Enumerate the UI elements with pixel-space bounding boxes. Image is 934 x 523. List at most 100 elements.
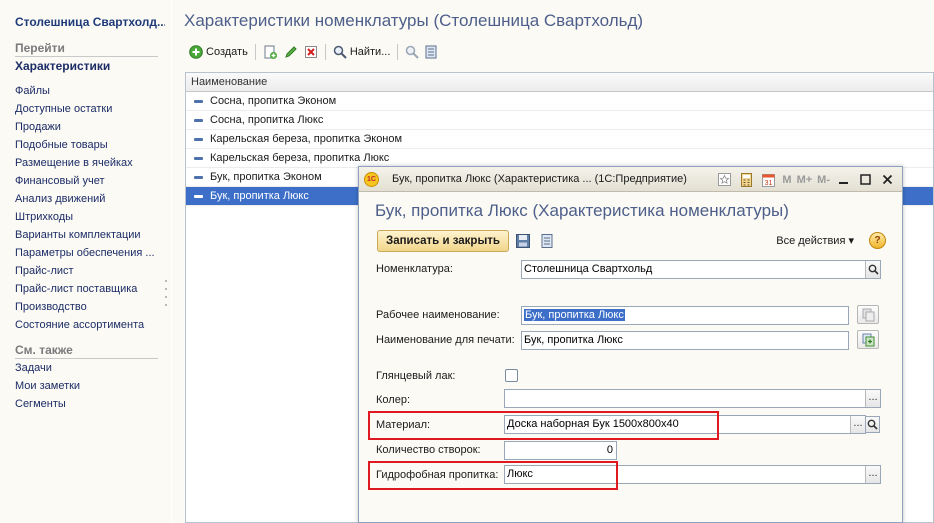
nav-item-production[interactable]: Производство	[15, 298, 155, 316]
minimize-button[interactable]	[835, 171, 852, 188]
material-label: Материал:	[376, 419, 431, 431]
save-icon[interactable]	[515, 233, 531, 249]
nav-item-segments[interactable]: Сегменты	[15, 395, 80, 413]
item-marker-icon	[194, 100, 203, 103]
dialog-caption: Бук, пропитка Люкс (Характеристика ... (…	[392, 173, 687, 185]
item-marker-icon	[194, 176, 203, 179]
color-choose-button[interactable]: ...	[865, 390, 880, 407]
table-row[interactable]: Сосна, пропитка Люкс	[186, 111, 933, 130]
cancel-search-icon	[406, 45, 420, 59]
see-also-list: Задачи Мои заметки Сегменты	[15, 359, 80, 413]
print-name-fill-button[interactable]	[857, 330, 879, 349]
door-count-field[interactable]: 0	[504, 441, 617, 460]
gloss-checkbox[interactable]	[505, 369, 518, 382]
nav-item-files[interactable]: Файлы	[15, 82, 155, 100]
nav-item-my-notes[interactable]: Мои заметки	[15, 377, 80, 395]
row-label: Бук, пропитка Люкс	[210, 190, 309, 202]
create-button[interactable]: Создать	[186, 42, 251, 62]
close-button[interactable]	[879, 171, 896, 188]
calendar-button[interactable]: 31	[760, 171, 777, 188]
nav-item-assortment-state[interactable]: Состояние ассортимента	[15, 316, 155, 334]
table-row[interactable]: Карельская береза, пропитка Эконом	[186, 130, 933, 149]
door-count-value: 0	[606, 444, 613, 456]
add-icon	[189, 45, 203, 59]
work-name-value: Бук, пропитка Люкс	[524, 309, 625, 321]
help-button[interactable]: ?	[869, 232, 886, 249]
favorite-button[interactable]	[716, 171, 733, 188]
item-marker-icon	[194, 138, 203, 141]
save-and-close-button[interactable]: Записать и закрыть	[377, 230, 509, 252]
maximize-button[interactable]	[857, 171, 874, 188]
toolbar-separator	[397, 44, 399, 60]
memory-minus-button[interactable]: M-	[817, 171, 830, 188]
work-name-translate-button[interactable]	[857, 305, 879, 324]
object-title: Столешница Свартхолд...	[15, 15, 165, 29]
row-label: Карельская береза, пропитка Эконом	[210, 133, 403, 145]
nomenclature-label: Номенклатура:	[376, 263, 453, 275]
impregnation-value: Люкс	[507, 468, 533, 480]
impregnation-choose-button[interactable]: ...	[865, 466, 880, 483]
magnifier-icon	[867, 419, 878, 430]
toolbar-separator	[324, 44, 326, 60]
nav-item-financial-accounting[interactable]: Финансовый учет	[15, 172, 155, 190]
nav-item-sales[interactable]: Продажи	[15, 118, 155, 136]
pencil-icon	[285, 46, 297, 58]
edit-button[interactable]	[281, 42, 301, 62]
nomenclature-search-button[interactable]	[865, 261, 880, 278]
search-icon	[333, 45, 347, 59]
impregnation-field[interactable]: Люкс ...	[504, 465, 881, 484]
work-name-field[interactable]: Бук, пропитка Люкс	[521, 306, 849, 325]
material-choose-button[interactable]: ...	[850, 416, 865, 433]
find-button[interactable]: Найти...	[330, 42, 394, 62]
nav-item-similar-goods[interactable]: Подобные товары	[15, 136, 155, 154]
1c-logo-icon: 1С	[364, 172, 379, 187]
row-label: Сосна, пропитка Люкс	[210, 114, 324, 126]
material-search-button[interactable]	[865, 416, 880, 433]
material-field[interactable]: Доска наборная Бук 1500x800x40 ...	[504, 415, 866, 434]
close-icon	[882, 174, 893, 185]
nav-item-barcodes[interactable]: Штрихкоды	[15, 208, 155, 226]
dialog-title: Бук, пропитка Люкс (Характеристика номен…	[375, 201, 789, 220]
characteristic-dialog: 1С Бук, пропитка Люкс (Характеристика ..…	[358, 166, 903, 523]
list-icon	[425, 45, 437, 59]
nav-item-tasks[interactable]: Задачи	[15, 359, 80, 377]
delete-mark-button[interactable]	[301, 42, 321, 62]
table-row[interactable]: Сосна, пропитка Эконом	[186, 92, 933, 111]
nomenclature-value: Столешница Свартхольд	[524, 263, 653, 275]
nav-item-available-stock[interactable]: Доступные остатки	[15, 100, 155, 118]
memory-plus-button[interactable]: M+	[797, 171, 813, 188]
magnifier-icon	[868, 264, 879, 275]
nav-item-characteristics[interactable]: Характеристики	[15, 59, 110, 73]
cancel-search-button[interactable]	[402, 42, 422, 62]
color-field[interactable]: ...	[504, 389, 881, 408]
list-icon[interactable]	[539, 233, 555, 249]
memory-m-button[interactable]: M	[782, 171, 791, 188]
list-settings-button[interactable]	[422, 42, 440, 62]
nomenclature-field[interactable]: Столешница Свартхольд	[521, 260, 881, 279]
panel-resize-grip[interactable]	[163, 280, 169, 310]
maximize-icon	[860, 174, 871, 185]
nav-item-price-list[interactable]: Прайс-лист	[15, 262, 155, 280]
page-title: Характеристики номенклатуры (Столешница …	[184, 11, 644, 30]
nav-item-cell-placement[interactable]: Размещение в ячейках	[15, 154, 155, 172]
material-value: Доска наборная Бук 1500x800x40	[507, 418, 679, 430]
row-label: Бук, пропитка Эконом	[210, 171, 322, 183]
all-actions-menu[interactable]: Все действия ▾	[776, 234, 854, 247]
print-name-field[interactable]: Бук, пропитка Люкс	[521, 331, 849, 350]
nav-item-supply-params[interactable]: Параметры обеспечения ...	[15, 244, 155, 262]
door-count-label: Количество створок:	[376, 444, 481, 456]
calculator-button[interactable]	[738, 171, 755, 188]
left-navigation-panel: Столешница Свартхолд... Перейти Характер…	[0, 0, 172, 523]
svg-text:31: 31	[765, 180, 773, 187]
delete-mark-icon	[304, 46, 317, 58]
nav-item-supplier-price-list[interactable]: Прайс-лист поставщика	[15, 280, 155, 298]
copy-button[interactable]	[260, 42, 281, 62]
dialog-titlebar[interactable]: 1С Бук, пропитка Люкс (Характеристика ..…	[359, 167, 902, 192]
nav-item-kit-variants[interactable]: Варианты комплектации	[15, 226, 155, 244]
see-also-section-header: См. также	[15, 343, 158, 359]
row-label: Сосна, пропитка Эконом	[210, 95, 337, 107]
titlebar-buttons: 31 M M+ M-	[711, 171, 896, 188]
column-header-name[interactable]: Наименование	[186, 73, 933, 92]
nav-item-movement-analysis[interactable]: Анализ движений	[15, 190, 155, 208]
copy-text-icon	[862, 308, 875, 322]
